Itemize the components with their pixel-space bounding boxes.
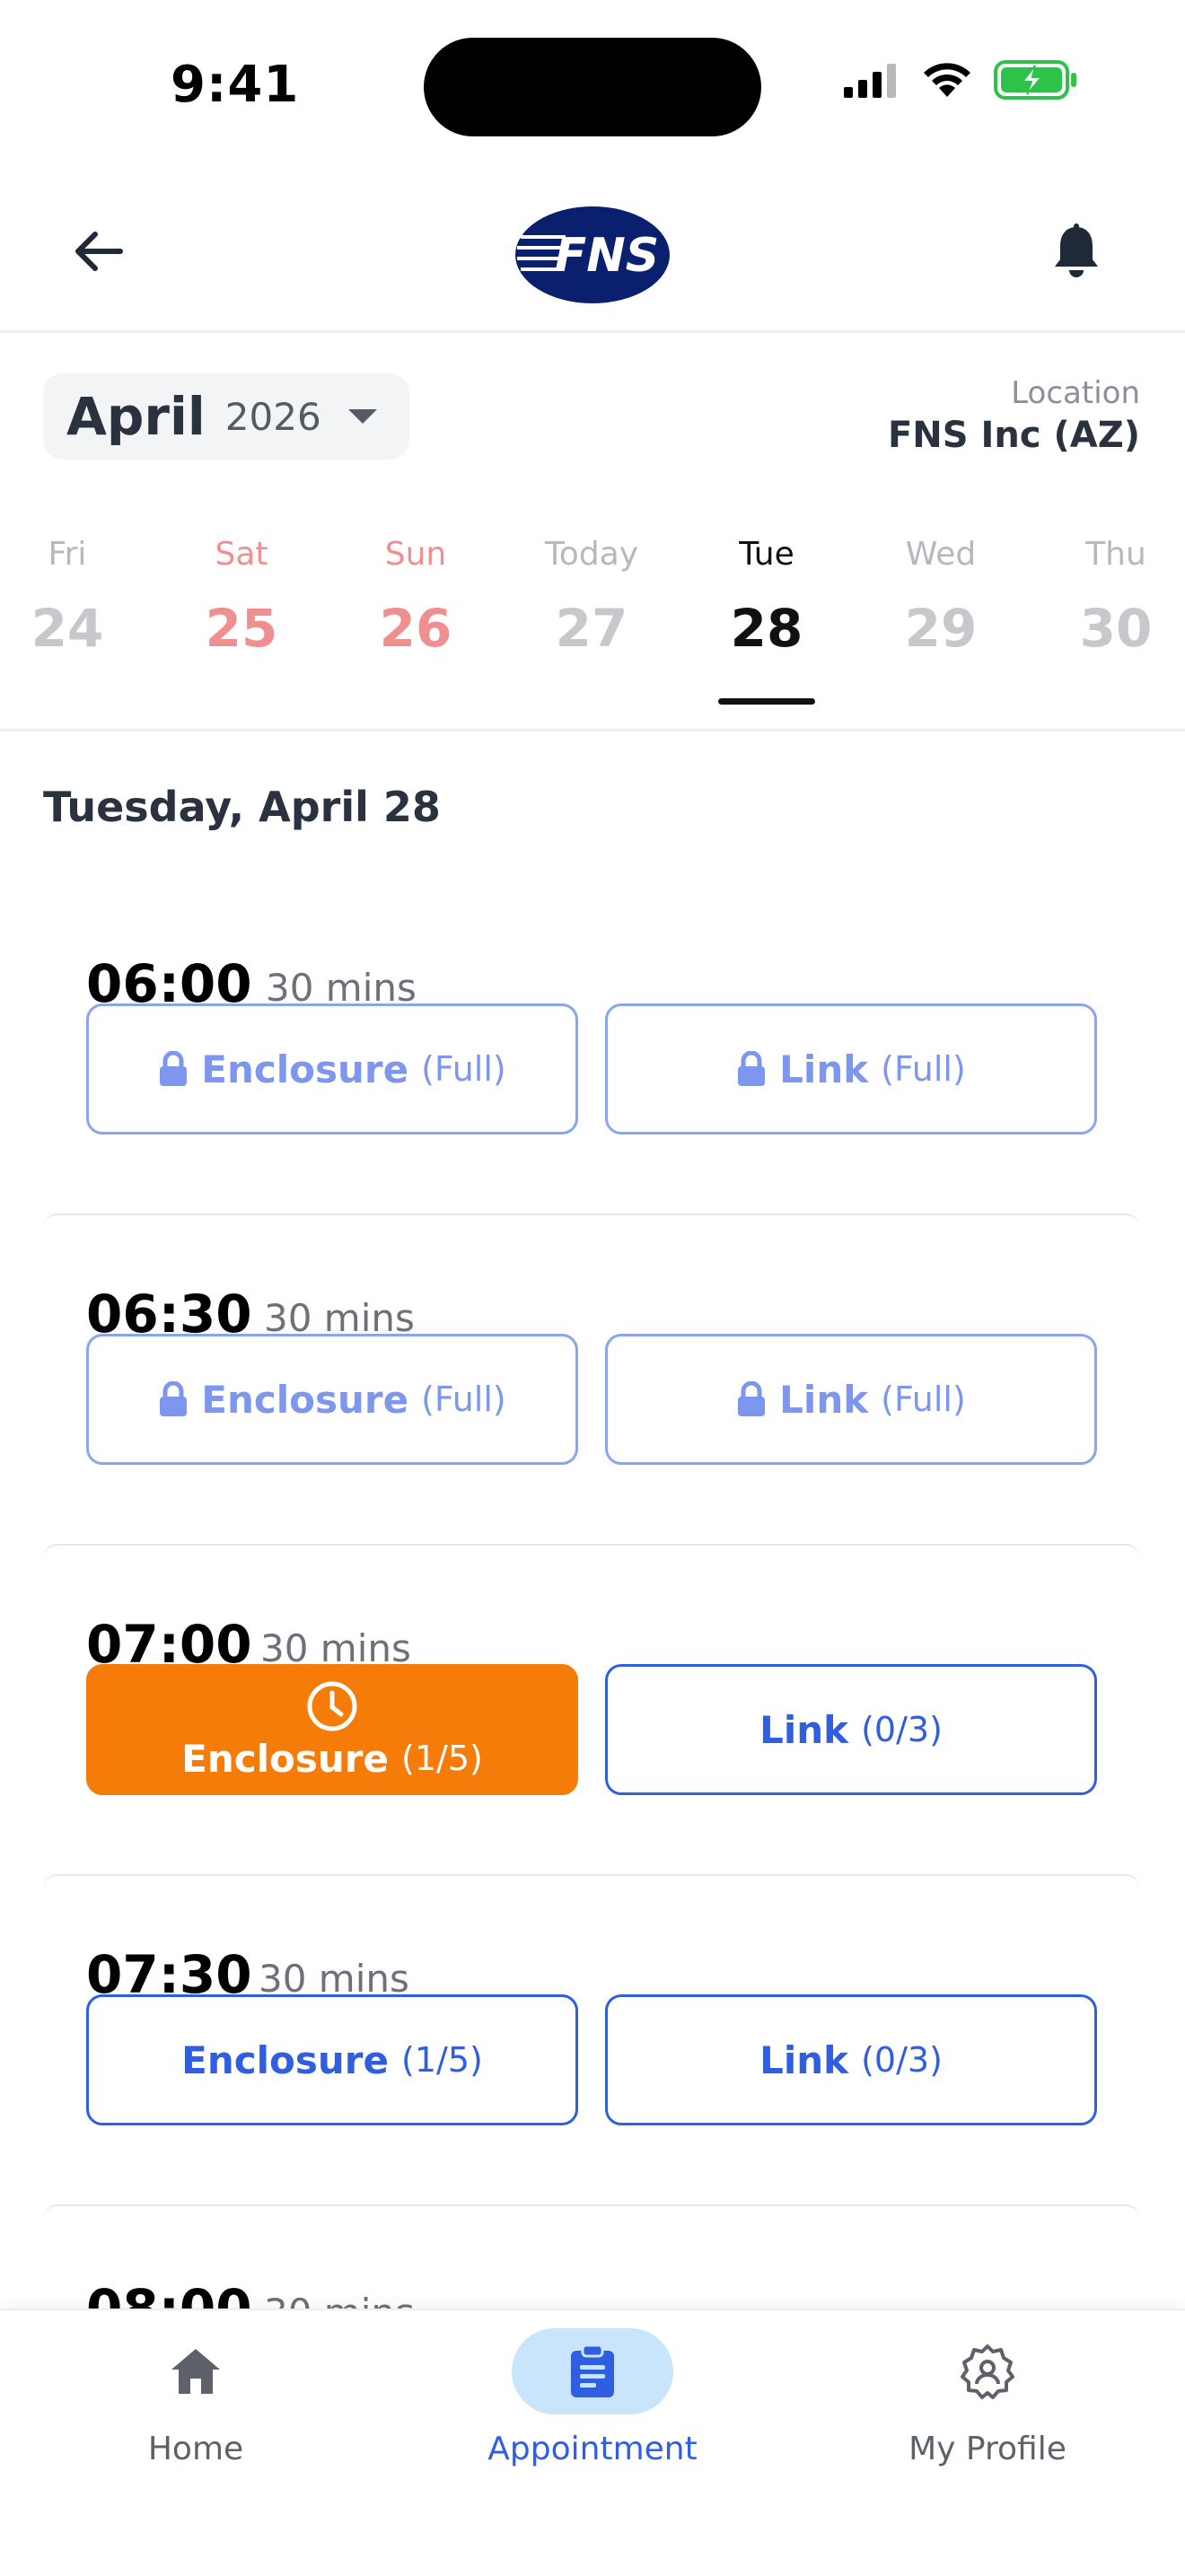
day-number: 29	[904, 598, 978, 659]
day-item[interactable]: Thu 30	[1049, 528, 1183, 659]
enclosure-count: (1/5)	[401, 2040, 483, 2080]
tab-my-profile[interactable]: My Profile	[853, 2328, 1122, 2467]
enclosure-button[interactable]: Enclosure (Full)	[86, 1334, 578, 1465]
status-bar: 9:41	[0, 0, 1185, 171]
location-info: Location FNS Inc (AZ)	[888, 375, 1140, 456]
cellular-signal-icon	[844, 64, 896, 98]
link-count: (0/3)	[861, 2040, 943, 2080]
clock-icon	[307, 1681, 357, 1730]
tab-label: Appointment	[487, 2431, 698, 2467]
link-count: (Full)	[881, 1049, 966, 1089]
day-number: 26	[379, 598, 452, 659]
gear-profile-icon	[961, 2344, 1014, 2399]
slot-divider	[43, 1544, 1140, 1558]
day-number: 24	[31, 598, 104, 659]
day-item-selected[interactable]: Tue 28	[699, 528, 834, 659]
enclosure-label: Enclosure	[181, 1736, 390, 1781]
day-number: 27	[555, 598, 628, 659]
day-name: Tue	[739, 536, 794, 573]
day-name: Today	[544, 536, 639, 573]
lock-icon	[160, 1381, 188, 1416]
day-name: Thu	[1085, 536, 1146, 573]
tab-label: Home	[147, 2431, 244, 2467]
logo-text: FNS	[555, 229, 660, 283]
wifi-icon	[924, 63, 970, 97]
month-name: April	[66, 386, 206, 447]
time-slot: 07:00 30 mins Enclosure (1/5) Link (0/3)	[43, 1558, 1140, 1888]
enclosure-label: Enclosure	[181, 2037, 390, 2082]
day-number: 30	[1079, 598, 1153, 659]
link-button[interactable]: Link (Full)	[605, 1334, 1097, 1465]
selected-day-indicator	[718, 698, 815, 705]
location-value: FNS Inc (AZ)	[887, 415, 1140, 456]
app-header: FNS	[0, 171, 1185, 333]
slot-divider	[43, 1874, 1140, 1888]
link-count: (Full)	[881, 1380, 966, 1419]
lock-icon	[160, 1051, 188, 1086]
tab-label: My Profile	[908, 2431, 1066, 2467]
location-label: Location	[1011, 375, 1140, 411]
slot-time: 08:00	[86, 2278, 252, 2309]
time-slot: 06:00 30 mins Enclosure (Full) Link (Ful…	[43, 898, 1140, 1228]
link-label: Link	[759, 1707, 849, 1752]
day-item[interactable]: Today 27	[524, 528, 659, 659]
time-slot: 07:30 30 mins Enclosure (1/5) Link (0/3)	[43, 1888, 1140, 2219]
fns-logo: FNS	[514, 205, 672, 305]
day-number: 25	[205, 598, 278, 659]
enclosure-label: Enclosure	[201, 1377, 409, 1422]
day-item[interactable]: Wed 29	[873, 528, 1008, 659]
slot-duration: 30 mins	[264, 2291, 415, 2309]
lock-icon	[738, 1051, 766, 1086]
month-year: 2026	[224, 394, 321, 439]
bell-icon	[1055, 223, 1098, 277]
day-item[interactable]: Sun 26	[348, 528, 483, 659]
link-count: (0/3)	[861, 1710, 943, 1749]
home-icon	[171, 2349, 220, 2394]
day-name: Wed	[905, 536, 977, 573]
notifications-button[interactable]	[1045, 215, 1108, 287]
enclosure-count: (Full)	[421, 1049, 506, 1089]
dynamic-island	[424, 38, 761, 136]
enclosure-button[interactable]: Enclosure (Full)	[86, 1003, 578, 1135]
day-item[interactable]: Fri 24	[0, 528, 135, 659]
enclosure-button-booked[interactable]: Enclosure (1/5)	[86, 1664, 578, 1795]
date-heading: Tuesday, April 28	[43, 783, 441, 831]
link-button[interactable]: Link (0/3)	[605, 1664, 1097, 1795]
profile-icon-wrap	[907, 2328, 1068, 2414]
day-name: Sun	[384, 536, 447, 573]
link-button[interactable]: Link (0/3)	[605, 1994, 1097, 2125]
arrow-left-icon	[75, 232, 123, 271]
time-slot: 06:30 30 mins Enclosure (Full) Link (Ful…	[43, 1228, 1140, 1558]
caret-down-icon	[347, 409, 377, 424]
tab-home[interactable]: Home	[61, 2328, 330, 2467]
bottom-tab-bar: Home Appointment My Profile	[0, 2309, 1185, 2576]
back-button[interactable]	[63, 215, 135, 287]
enclosure-count: (1/5)	[401, 1739, 483, 1778]
link-label: Link	[779, 1377, 869, 1422]
day-strip: Fri 24 Sat 25 Sun 26 Today 27 Tue 28 Wed…	[0, 528, 1185, 732]
slot-divider	[43, 2204, 1140, 2219]
day-item[interactable]: Sat 25	[174, 528, 309, 659]
tab-appointment[interactable]: Appointment	[458, 2328, 727, 2467]
slot-divider	[43, 1214, 1140, 1228]
status-icons	[842, 59, 1079, 101]
clipboard-icon	[571, 2344, 614, 2397]
day-number: 28	[730, 598, 803, 659]
lock-icon	[738, 1381, 766, 1416]
month-picker[interactable]: April 2026	[43, 373, 409, 460]
home-icon-wrap	[115, 2328, 276, 2414]
battery-charging-icon	[994, 60, 1076, 100]
day-name: Fri	[48, 536, 87, 573]
status-time: 9:41	[171, 56, 300, 114]
day-name: Sat	[215, 536, 268, 573]
link-label: Link	[779, 1047, 869, 1091]
active-tab-indicator	[512, 2328, 673, 2414]
enclosure-booked-text: Enclosure (1/5)	[181, 1737, 483, 1781]
enclosure-count: (Full)	[421, 1380, 506, 1419]
enclosure-button[interactable]: Enclosure (1/5)	[86, 1994, 578, 2125]
time-slot-partial: 08:00 30 mins	[43, 2219, 1140, 2309]
link-label: Link	[759, 2037, 849, 2082]
enclosure-label: Enclosure	[201, 1047, 409, 1091]
link-button[interactable]: Link (Full)	[605, 1003, 1097, 1135]
